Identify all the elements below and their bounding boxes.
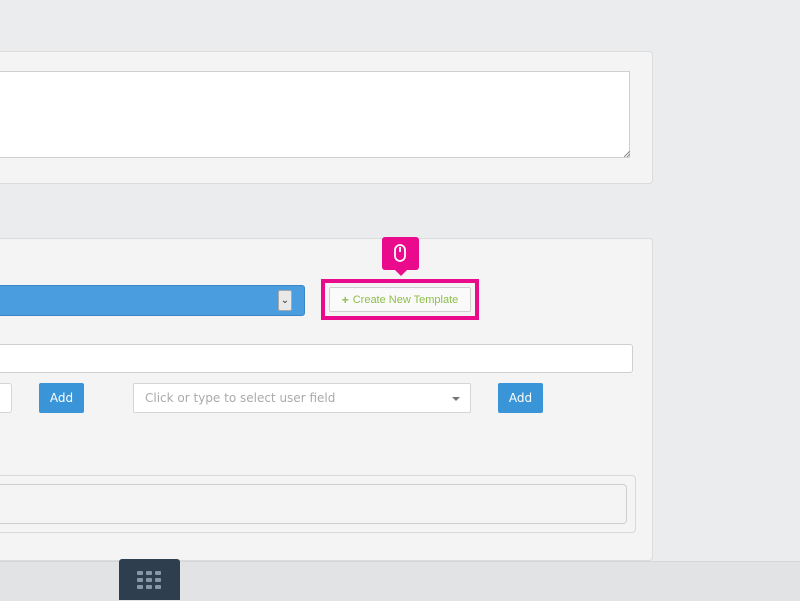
template-select[interactable]: ⌄ — [0, 285, 305, 316]
grid-icon — [137, 571, 161, 589]
content-field[interactable] — [0, 484, 627, 524]
resize-handle-icon[interactable] — [624, 151, 630, 157]
app-grid-button[interactable] — [119, 559, 180, 600]
plus-icon: + — [341, 292, 349, 307]
template-name-input[interactable] — [0, 344, 633, 373]
create-new-template-button[interactable]: + Create New Template — [329, 287, 471, 312]
create-new-template-label: Create New Template — [352, 293, 459, 306]
user-field-select[interactable]: Click or type to select user field — [133, 383, 471, 413]
description-textarea[interactable] — [0, 71, 630, 158]
field-select-left[interactable] — [0, 383, 12, 413]
caret-down-icon — [452, 397, 460, 401]
add-user-field-button[interactable]: Add — [498, 383, 543, 413]
mouse-icon — [394, 244, 406, 262]
cursor-badge — [382, 237, 419, 276]
add-button[interactable]: Add — [39, 383, 84, 413]
user-field-placeholder: Click or type to select user field — [145, 391, 336, 405]
chevron-down-icon: ⌄ — [278, 290, 292, 311]
